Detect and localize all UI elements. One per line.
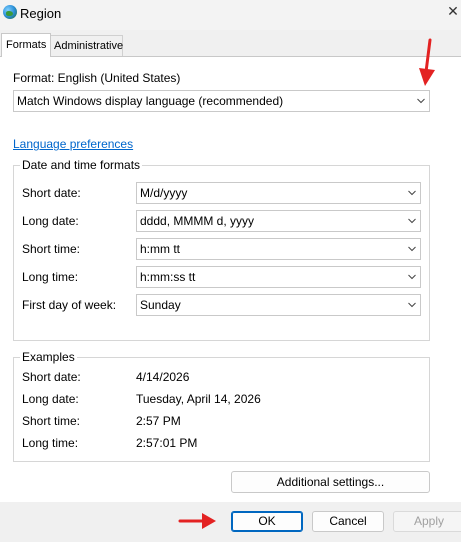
globe-icon bbox=[3, 5, 17, 19]
long-date-dropdown[interactable]: dddd, MMMM d, yyyy bbox=[136, 210, 421, 232]
format-dropdown[interactable]: Match Windows display language (recommen… bbox=[13, 90, 430, 112]
chevron-down-icon bbox=[408, 301, 416, 309]
chevron-down-icon bbox=[408, 189, 416, 197]
format-label: Format: English (United States) bbox=[13, 71, 181, 85]
short-date-value: M/d/yyyy bbox=[140, 186, 188, 200]
format-dropdown-value: Match Windows display language (recommen… bbox=[17, 94, 284, 108]
title-bar: Region ✕ bbox=[0, 0, 461, 30]
short-date-dropdown[interactable]: M/d/yyyy bbox=[136, 182, 421, 204]
example-long-time-value: 2:57:01 PM bbox=[136, 436, 198, 450]
additional-settings-button[interactable]: Additional settings... bbox=[231, 471, 430, 493]
first-day-of-week-value: Sunday bbox=[140, 298, 181, 312]
short-time-dropdown[interactable]: h:mm tt bbox=[136, 238, 421, 260]
example-long-time-label: Long time: bbox=[22, 436, 79, 450]
chevron-down-icon bbox=[408, 245, 416, 253]
chevron-down-icon bbox=[408, 273, 416, 281]
apply-button: Apply bbox=[393, 511, 461, 532]
date-time-formats-legend: Date and time formats bbox=[22, 158, 141, 172]
short-time-value: h:mm tt bbox=[140, 242, 181, 256]
long-time-label: Long time: bbox=[22, 270, 79, 284]
cancel-button[interactable]: Cancel bbox=[312, 511, 384, 532]
region-dialog: Region ✕ Formats Administrative Format: … bbox=[0, 0, 461, 542]
example-long-date-label: Long date: bbox=[22, 392, 79, 406]
first-day-of-week-dropdown[interactable]: Sunday bbox=[136, 294, 421, 316]
chevron-down-icon bbox=[417, 97, 425, 105]
example-short-time-value: 2:57 PM bbox=[136, 414, 181, 428]
tab-administrative[interactable]: Administrative bbox=[49, 35, 123, 57]
long-date-label: Long date: bbox=[22, 214, 79, 228]
tab-strip: Formats Administrative bbox=[0, 33, 461, 57]
ok-button[interactable]: OK bbox=[231, 511, 303, 532]
long-time-value: h:mm:ss tt bbox=[140, 270, 196, 284]
annotation-arrow-down-icon bbox=[419, 38, 435, 86]
window-title: Region bbox=[20, 6, 62, 21]
example-short-date-label: Short date: bbox=[22, 370, 81, 384]
long-time-dropdown[interactable]: h:mm:ss tt bbox=[136, 266, 421, 288]
example-long-date-value: Tuesday, April 14, 2026 bbox=[136, 392, 261, 406]
short-date-label: Short date: bbox=[22, 186, 81, 200]
example-short-time-label: Short time: bbox=[22, 414, 81, 428]
tab-formats[interactable]: Formats bbox=[1, 33, 52, 57]
language-preferences-link[interactable]: Language preferences bbox=[13, 137, 133, 151]
long-date-value: dddd, MMMM d, yyyy bbox=[140, 214, 255, 228]
annotation-arrow-right-icon bbox=[178, 513, 216, 529]
example-short-date-value: 4/14/2026 bbox=[136, 370, 190, 384]
close-icon[interactable]: ✕ bbox=[446, 4, 460, 18]
first-day-of-week-label: First day of week: bbox=[22, 298, 117, 312]
chevron-down-icon bbox=[408, 217, 416, 225]
short-time-label: Short time: bbox=[22, 242, 81, 256]
examples-legend: Examples bbox=[22, 350, 75, 364]
